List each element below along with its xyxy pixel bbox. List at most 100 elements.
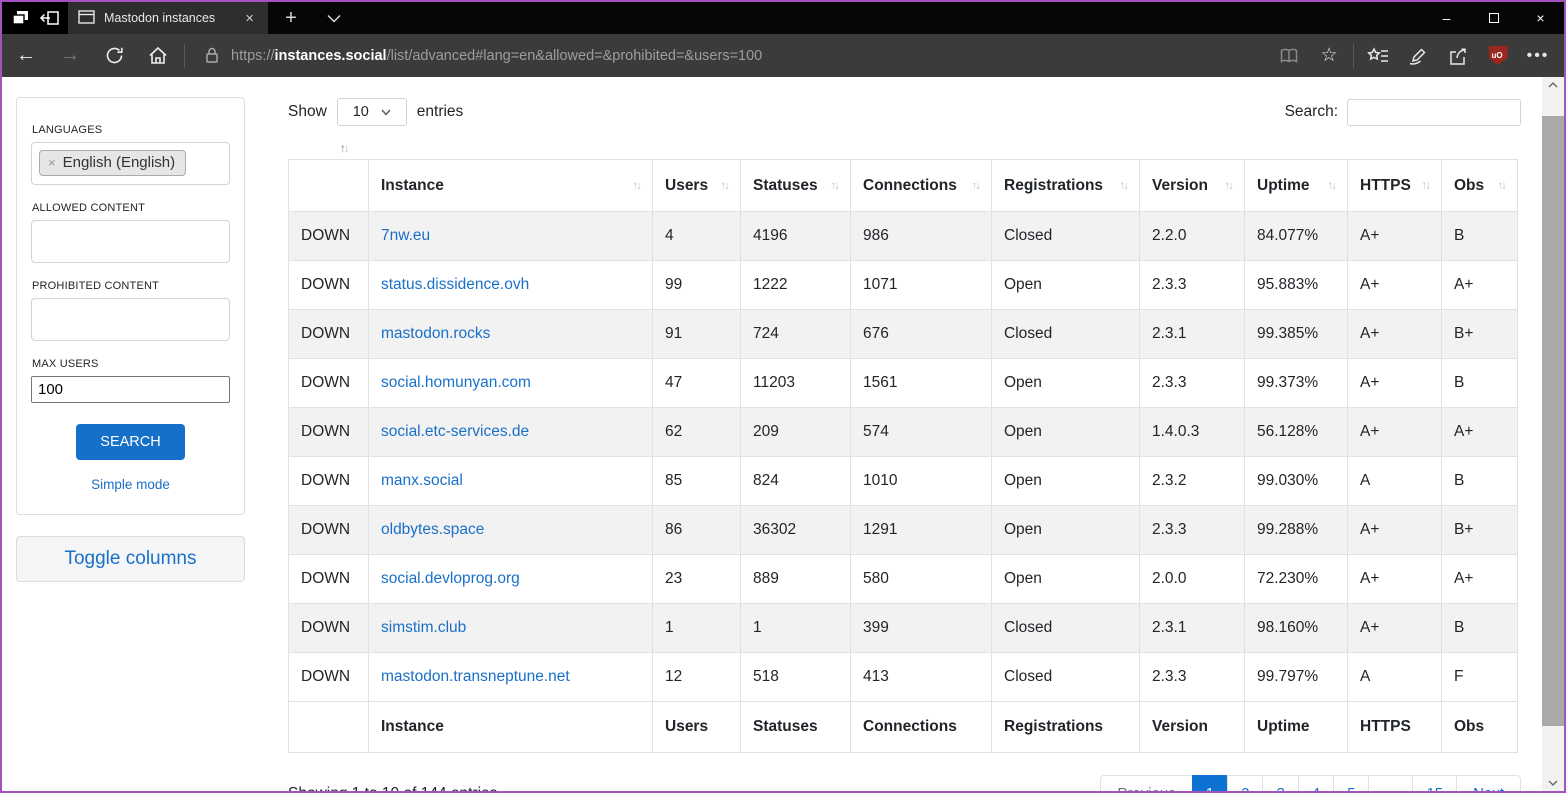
pagination-page-15[interactable]: 15 (1412, 775, 1457, 791)
status-cell: DOWN (289, 653, 369, 702)
minimize-button[interactable]: – (1423, 2, 1470, 34)
filter-card: LANGUAGES ×English (English) ALLOWED CON… (16, 97, 245, 515)
entries-label: entries (417, 103, 464, 121)
col-header-version[interactable]: Version↑↓ (1140, 160, 1245, 212)
lock-icon (203, 46, 221, 65)
instance-link[interactable]: mastodon.transneptune.net (381, 668, 570, 685)
set-tabs-aside-icon[interactable] (9, 8, 31, 28)
toggle-columns-button[interactable]: Toggle columns (16, 536, 245, 582)
pagination-ellipsis: … (1368, 775, 1413, 791)
prohibited-content-input[interactable] (31, 298, 230, 341)
sort-icon: ↑↓ (1328, 180, 1336, 192)
instance-link[interactable]: mastodon.rocks (381, 325, 490, 342)
pagination-page-3[interactable]: 3 (1262, 775, 1298, 791)
simple-mode-link[interactable]: Simple mode (31, 477, 230, 492)
table-row: DOWNsocial.devloprog.org23889580Open2.0.… (289, 555, 1518, 604)
status-cell: DOWN (289, 457, 369, 506)
instance-link[interactable]: status.dissidence.ovh (381, 276, 529, 293)
new-tab-button[interactable]: + (268, 2, 314, 34)
sort-icon: ↑↓ (1120, 180, 1128, 192)
toolbar-divider (1353, 44, 1354, 68)
languages-input[interactable]: ×English (English) (31, 142, 230, 185)
table-row: DOWNsocial.homunyan.com47112031561Open2.… (289, 359, 1518, 408)
col-header-uptime[interactable]: Uptime↑↓ (1245, 160, 1348, 212)
share-icon[interactable] (1438, 34, 1478, 77)
back-icon[interactable]: ← (4, 34, 48, 77)
table-row: DOWNmastodon.rocks91724676Closed2.3.199.… (289, 310, 1518, 359)
more-menu-icon[interactable]: ••• (1518, 34, 1558, 77)
scroll-up-icon[interactable] (1542, 77, 1564, 93)
pagination-page-2[interactable]: 2 (1227, 775, 1263, 791)
table-row: DOWNmastodon.transneptune.net12518413Clo… (289, 653, 1518, 702)
browser-tab[interactable]: Mastodon instances × (68, 2, 268, 34)
instance-link[interactable]: social.etc-services.de (381, 423, 529, 440)
col-header-connections[interactable]: Connections↑↓ (851, 160, 992, 212)
address-bar[interactable]: https://instances.social/list/advanced#l… (231, 48, 1269, 64)
pagination-page-1[interactable]: 1 (1192, 775, 1228, 791)
col-header-obs[interactable]: Obs↑↓ (1442, 160, 1518, 212)
sort-icon: ↑↓ (972, 180, 980, 192)
status-cell: DOWN (289, 506, 369, 555)
pagination-next[interactable]: Next (1456, 775, 1521, 791)
ublock-extension-icon[interactable]: uO (1478, 34, 1518, 77)
instance-link[interactable]: manx.social (381, 472, 463, 489)
col-header-status[interactable] (289, 160, 369, 212)
maximize-icon (1489, 13, 1499, 23)
table-search-input[interactable] (1347, 99, 1521, 126)
hub-favorites-icon[interactable] (1358, 34, 1398, 77)
instances-table-wrap: ↑↓ Instance↑↓ Users↑↓ Statuses↑↓ Connect… (288, 159, 1521, 753)
instance-link[interactable]: oldbytes.space (381, 521, 484, 538)
tab-title: Mastodon instances (104, 11, 232, 25)
col-header-registrations[interactable]: Registrations↑↓ (992, 160, 1140, 212)
allowed-content-input[interactable] (31, 220, 230, 263)
vertical-scrollbar[interactable] (1542, 77, 1564, 791)
restore-tabs-icon[interactable] (39, 8, 61, 28)
maximize-button[interactable] (1470, 2, 1517, 34)
sort-icon: ↑↓ (1498, 180, 1506, 192)
home-icon[interactable] (136, 34, 180, 77)
sort-icon: ↑↓ (1422, 180, 1430, 192)
status-cell: DOWN (289, 604, 369, 653)
scrollbar-track[interactable] (1542, 93, 1564, 775)
tab-page-icon (78, 10, 95, 27)
col-header-https[interactable]: HTTPS↑↓ (1348, 160, 1442, 212)
scroll-down-icon[interactable] (1542, 775, 1564, 791)
search-button[interactable]: SEARCH (76, 424, 184, 460)
url-path: /list/advanced#lang=en&allowed=&prohibit… (387, 48, 763, 64)
page-size-select[interactable]: 10 (337, 98, 407, 126)
close-window-button[interactable]: × (1517, 2, 1564, 34)
browser-window: Mastodon instances × + – × ← → https://i… (0, 0, 1566, 793)
pagination-previous[interactable]: Previous (1100, 775, 1192, 791)
tab-close-icon[interactable]: × (241, 10, 258, 27)
col-header-statuses[interactable]: Statuses↑↓ (741, 160, 851, 212)
col-header-users[interactable]: Users↑↓ (653, 160, 741, 212)
toolbar-divider (184, 44, 185, 68)
table-row: DOWNoldbytes.space86363021291Open2.3.399… (289, 506, 1518, 555)
scrollbar-thumb[interactable] (1542, 116, 1564, 726)
status-sort-icon[interactable]: ↑↓ (340, 143, 348, 155)
web-note-pen-icon[interactable] (1398, 34, 1438, 77)
max-users-input[interactable] (31, 376, 230, 403)
search-label: Search: (1285, 103, 1338, 121)
sort-icon: ↑↓ (633, 180, 641, 192)
status-cell: DOWN (289, 212, 369, 261)
col-header-instance[interactable]: Instance↑↓ (369, 160, 653, 212)
pagination-page-4[interactable]: 4 (1298, 775, 1334, 791)
footer-header-row: Instance Users Statuses Connections Regi… (289, 702, 1518, 753)
pagination-page-5[interactable]: 5 (1333, 775, 1369, 791)
table-row: DOWNmanx.social858241010Open2.3.299.030%… (289, 457, 1518, 506)
browser-toolbar: ← → https://instances.social/list/advanc… (2, 34, 1564, 77)
language-tag: ×English (English) (39, 150, 186, 176)
refresh-icon[interactable] (92, 34, 136, 77)
instance-link[interactable]: simstim.club (381, 619, 466, 636)
instance-link[interactable]: social.devloprog.org (381, 570, 520, 587)
status-cell: DOWN (289, 310, 369, 359)
status-cell: DOWN (289, 261, 369, 310)
remove-tag-icon[interactable]: × (48, 155, 56, 170)
table-footer: Showing 1 to 10 of 144 entries Previous … (288, 775, 1521, 791)
instance-link[interactable]: social.homunyan.com (381, 374, 531, 391)
add-favorite-star-icon[interactable]: ☆ (1309, 34, 1349, 77)
instance-link[interactable]: 7nw.eu (381, 227, 430, 244)
show-label: Show (288, 103, 327, 121)
tab-preview-chevron-icon[interactable] (314, 2, 354, 34)
